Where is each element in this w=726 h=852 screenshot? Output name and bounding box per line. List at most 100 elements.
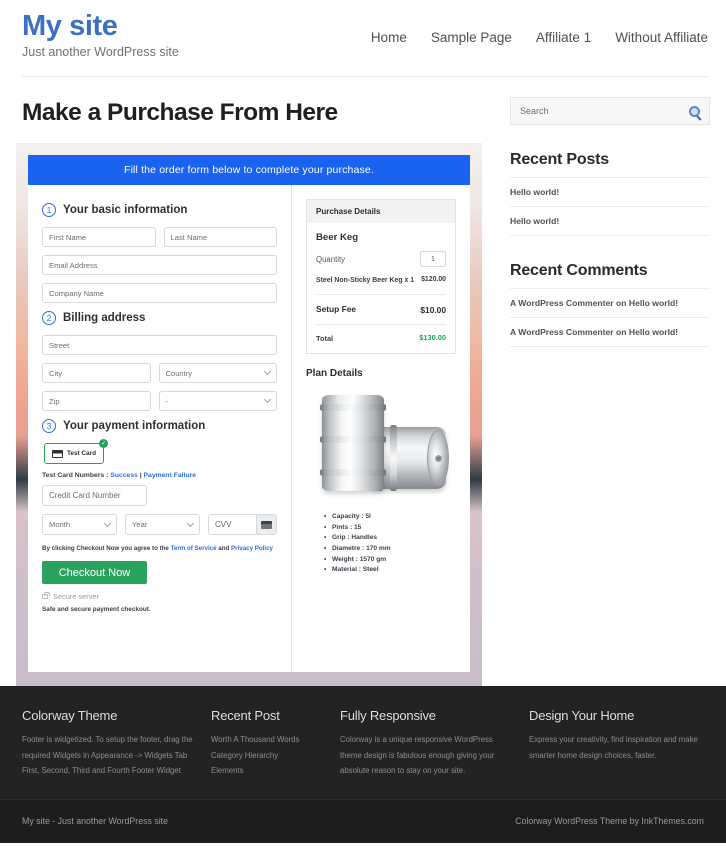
footer-column-recent-post: Recent Post Worth A Thousand Words Categ… — [211, 708, 326, 779]
order-form-body: 1 Your basic information First Name Last… — [28, 185, 470, 672]
list-item[interactable]: Category Hierarchy — [211, 748, 326, 764]
plan-spec-list: Capacity : 5l Pints : 15 Grip : Handles … — [306, 512, 456, 576]
keg-upright-icon — [322, 395, 384, 491]
credit-card-number-input[interactable]: Credit Card Number — [42, 485, 147, 506]
zip-input[interactable]: Zip — [42, 391, 151, 411]
header-divider — [22, 76, 708, 77]
city-country-row: City Country — [42, 363, 277, 383]
line-item-name: Steel Non-Sticky Beer Keg x 1 — [316, 276, 414, 286]
privacy-policy-link[interactable]: Privacy Policy — [231, 545, 273, 552]
purchase-details-box: Purchase Details Beer Keg Quantity 1 Ste… — [306, 199, 456, 354]
quantity-row: Quantity 1 — [316, 251, 446, 267]
state-select[interactable]: - — [159, 391, 278, 411]
nav-item-home[interactable]: Home — [371, 30, 407, 45]
search-input[interactable]: Search — [520, 106, 689, 116]
content-column: Make a Purchase From Here Fill the order… — [0, 77, 500, 686]
total-price: $130.00 — [419, 333, 446, 342]
nav-item-sample-page[interactable]: Sample Page — [431, 30, 512, 45]
keg-band — [320, 436, 386, 443]
state-select-value: - — [166, 397, 169, 406]
copyright-right[interactable]: Colorway WordPress Theme by InkThemes.co… — [515, 816, 704, 826]
card-back-icon — [261, 521, 272, 529]
expiry-year-value: Year — [132, 520, 147, 529]
list-item: Capacity : 5l — [332, 512, 456, 523]
terms-and: and — [217, 545, 231, 552]
cvv-input[interactable]: CVV — [209, 515, 256, 534]
quantity-input[interactable]: 1 — [420, 251, 446, 267]
step-3-label: Your payment information — [63, 420, 205, 432]
email-field-row: Email Address — [42, 255, 277, 275]
chevron-down-icon — [187, 519, 194, 526]
test-card-option[interactable]: Test Card ✓ — [44, 443, 104, 464]
terms-line: By clicking Checkout Now you agree to th… — [42, 545, 277, 552]
terms-prefix: By clicking Checkout Now you agree to th… — [42, 545, 171, 552]
last-name-input[interactable]: Last Name — [164, 227, 278, 247]
footer-column-title: Design Your Home — [529, 708, 704, 723]
payment-failure-link[interactable]: Payment Failure — [144, 472, 197, 479]
purchase-details-heading: Purchase Details — [307, 200, 455, 223]
footer-column-fully-responsive: Fully Responsive Colorway is a unique re… — [340, 708, 515, 779]
footer-column-text: Colorway is a unique responsive WordPres… — [340, 732, 515, 779]
list-item[interactable]: A WordPress Commenter on Hello world! — [510, 288, 710, 317]
setup-fee-row: Setup Fee $10.00 — [316, 303, 446, 325]
footer-widgets: Colorway Theme Footer is widgetized. To … — [0, 686, 726, 799]
setup-fee-label: Setup Fee — [316, 303, 356, 316]
step-3-number: 3 — [42, 419, 56, 433]
keg-band — [320, 469, 386, 476]
expiry-month-select[interactable]: Month — [42, 514, 117, 535]
step-1-number: 1 — [42, 203, 56, 217]
list-item[interactable]: Hello world! — [510, 206, 710, 236]
line-item-price: $120.00 — [421, 276, 446, 283]
expiry-year-select[interactable]: Year — [125, 514, 200, 535]
safe-checkout-note: Safe and secure payment checkout. — [42, 606, 277, 613]
keg-rim — [324, 395, 382, 403]
list-item[interactable]: Elements — [211, 763, 326, 779]
city-input[interactable]: City — [42, 363, 151, 383]
footer-column-design-your-home: Design Your Home Express your creativity… — [529, 708, 704, 779]
sidebar: Search Recent Posts Hello world! Hello w… — [500, 77, 726, 686]
cvv-help-button[interactable] — [256, 515, 276, 534]
copyright-left: My site - Just another WordPress site — [22, 816, 168, 826]
total-label: Total — [316, 333, 333, 344]
purchase-details-body: Beer Keg Quantity 1 Steel Non-Sticky Bee… — [307, 223, 455, 353]
cvv-field[interactable]: CVV — [208, 514, 277, 535]
street-input[interactable]: Street — [42, 335, 277, 355]
list-item: Diametre : 170 mm — [332, 544, 456, 555]
plan-details-heading: Plan Details — [306, 368, 456, 379]
terms-of-service-link[interactable]: Term of Service — [171, 545, 217, 552]
list-item[interactable]: Hello world! — [510, 177, 710, 206]
country-select[interactable]: Country — [159, 363, 278, 383]
recent-posts-title: Recent Posts — [510, 151, 710, 169]
country-select-value: Country — [166, 369, 193, 378]
list-item[interactable]: Worth A Thousand Words — [211, 732, 326, 748]
company-field-row: Company Name — [42, 283, 277, 303]
site-header: My site Just another WordPress site Home… — [0, 0, 726, 77]
footer-column-title: Fully Responsive — [340, 708, 515, 723]
order-banner: Fill the order form below to complete yo… — [28, 155, 470, 185]
test-card-numbers-prefix: Test Card Numbers : — [42, 472, 110, 479]
email-input[interactable]: Email Address — [42, 255, 277, 275]
nav-item-affiliate-1[interactable]: Affiliate 1 — [536, 30, 591, 45]
step-1-label: Your basic information — [63, 204, 187, 216]
checkout-now-button[interactable]: Checkout Now — [42, 561, 147, 584]
beer-keg-image — [306, 387, 456, 502]
brand-block: My site Just another WordPress site — [22, 8, 179, 59]
company-input[interactable]: Company Name — [42, 283, 277, 303]
footer-bottom-bar: My site - Just another WordPress site Co… — [0, 799, 726, 843]
nav-item-without-affiliate[interactable]: Without Affiliate — [615, 30, 708, 45]
search-icon[interactable] — [689, 106, 700, 117]
footer-column-title: Colorway Theme — [22, 708, 197, 723]
product-name: Beer Keg — [316, 232, 446, 243]
recent-posts-list: Hello world! Hello world! — [510, 177, 710, 236]
main-navigation: Home Sample Page Affiliate 1 Without Aff… — [371, 30, 708, 45]
page-title: Make a Purchase From Here — [22, 99, 500, 127]
site-title[interactable]: My site — [22, 8, 179, 44]
footer-column-colorway-theme: Colorway Theme Footer is widgetized. To … — [22, 708, 197, 779]
step-3-header: 3 Your payment information — [42, 419, 277, 433]
footer-recent-post-list: Worth A Thousand Words Category Hierarch… — [211, 732, 326, 779]
first-name-input[interactable]: First Name — [42, 227, 156, 247]
success-link[interactable]: Success — [110, 472, 138, 479]
search-widget[interactable]: Search — [510, 97, 710, 125]
list-item[interactable]: A WordPress Commenter on Hello world! — [510, 317, 710, 347]
site-tagline: Just another WordPress site — [22, 45, 179, 59]
